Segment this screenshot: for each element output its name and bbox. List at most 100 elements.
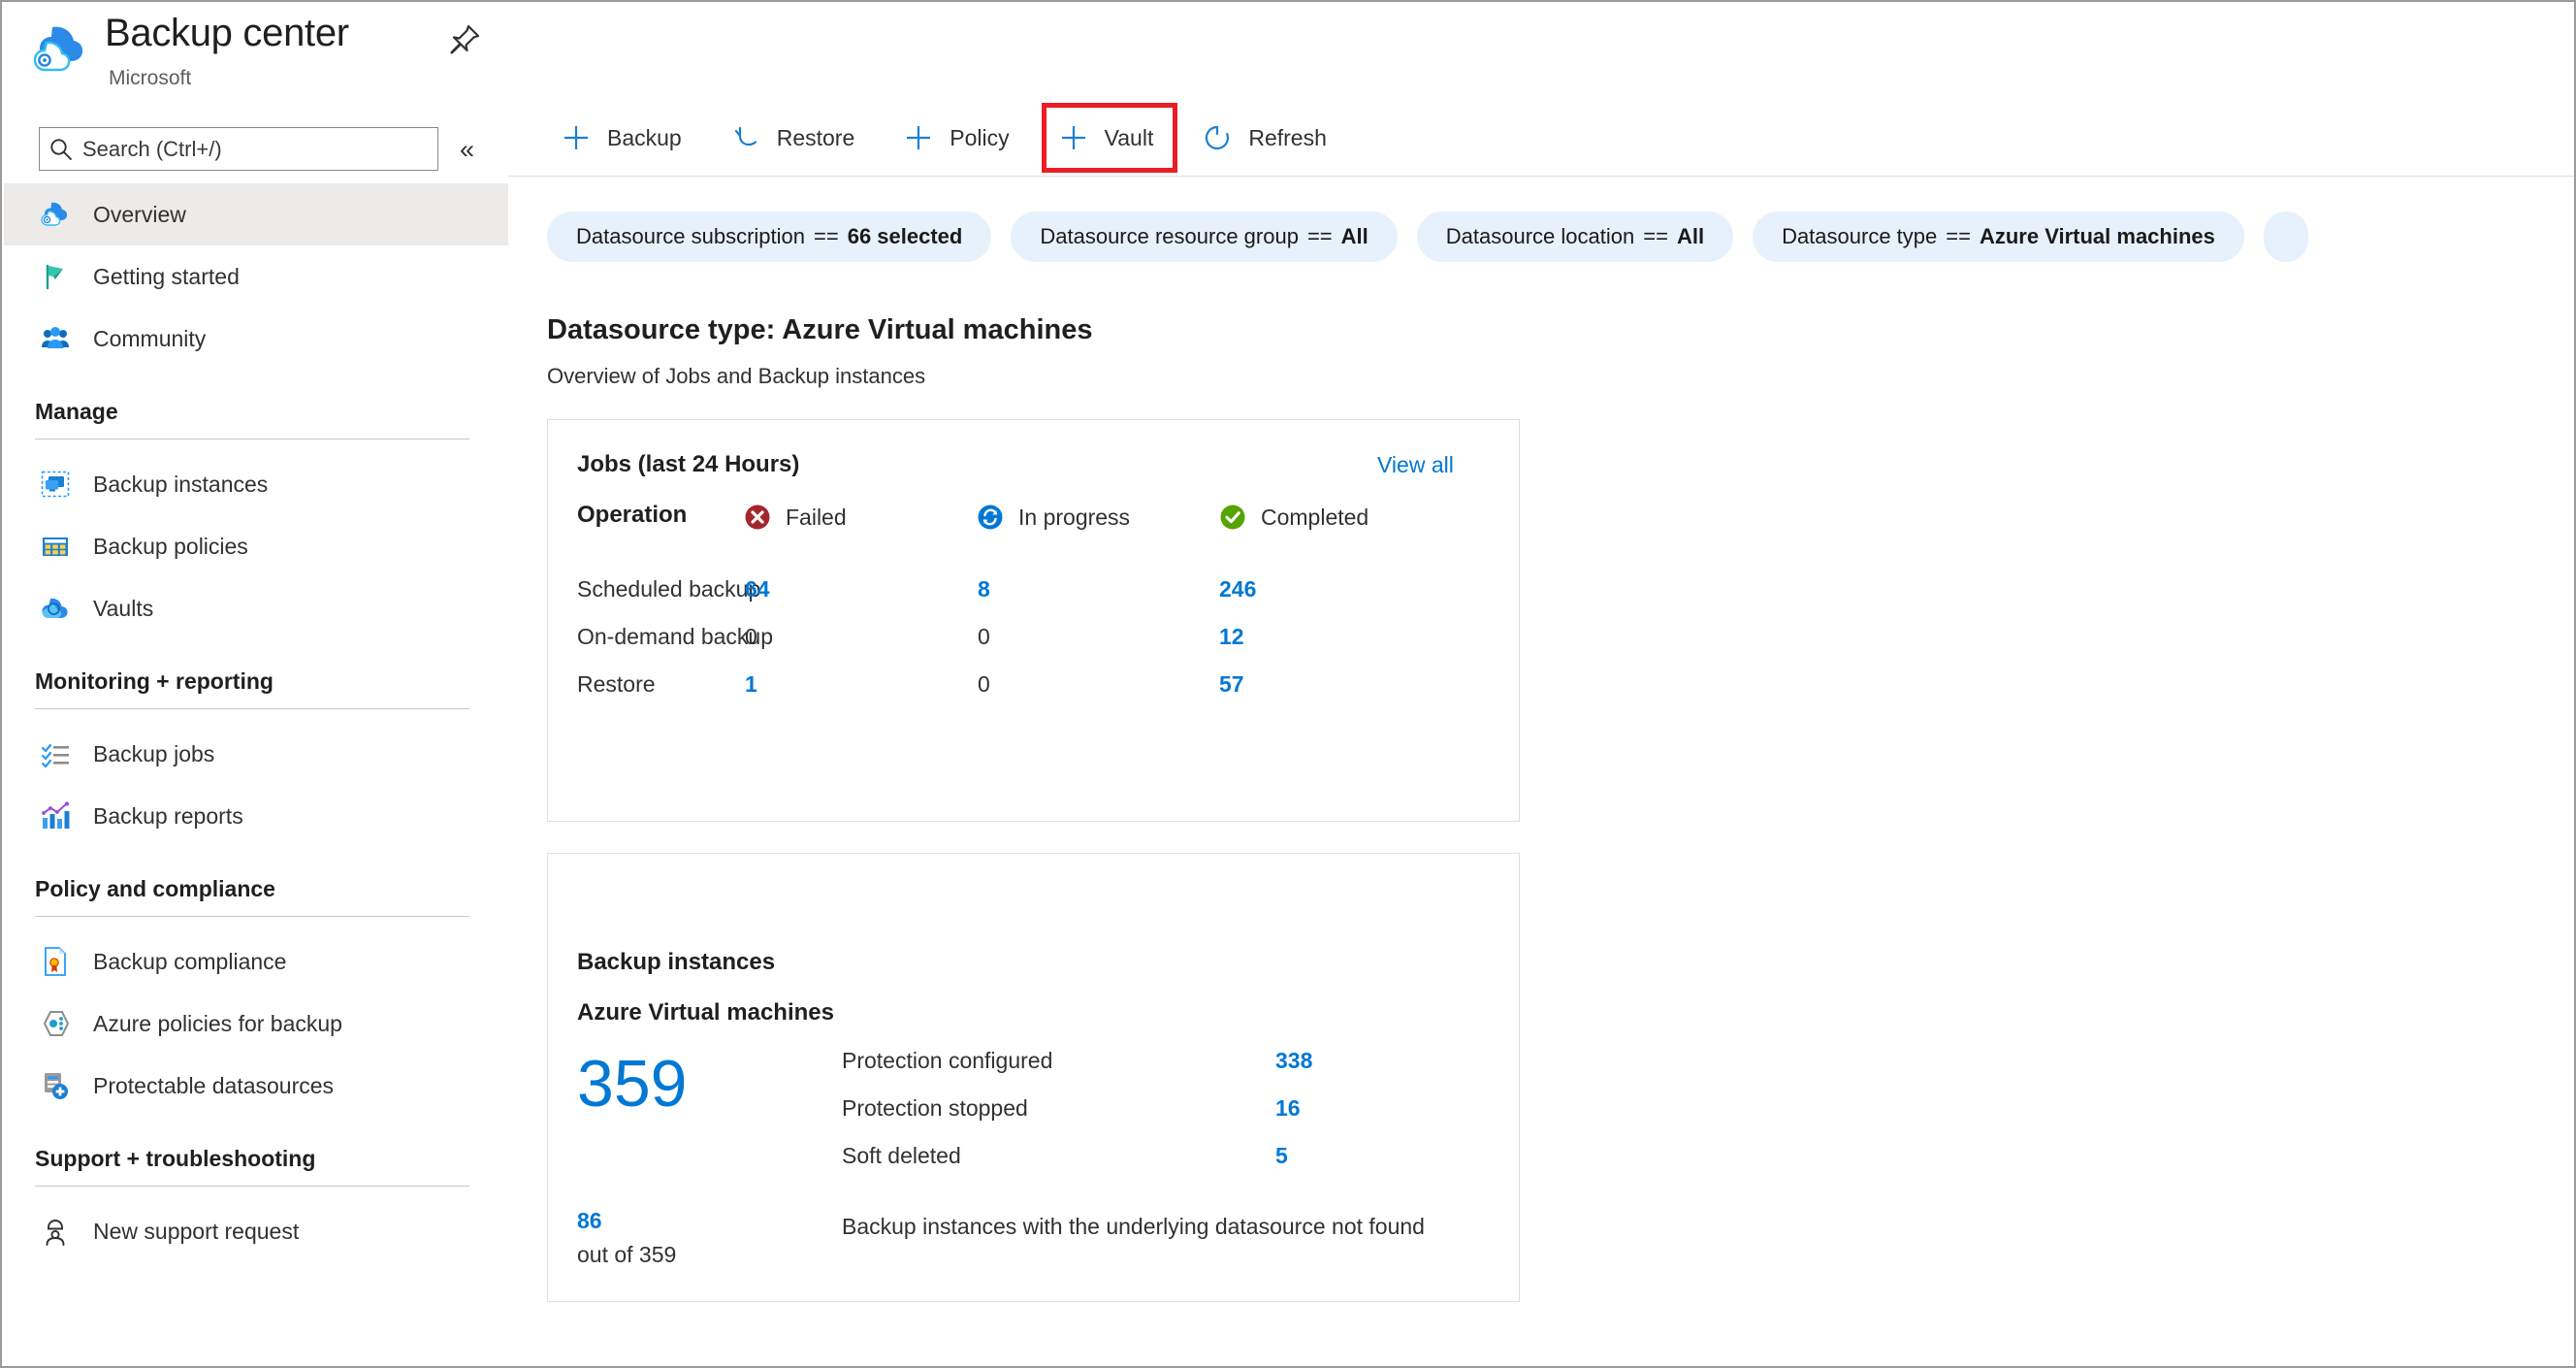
plus-icon xyxy=(1054,118,1093,157)
filter-chip-bar: Datasource subscription == 66 selected D… xyxy=(508,210,2574,264)
filter-chip-datasource-subscription[interactable]: Datasource subscription == 66 selected xyxy=(547,212,992,262)
filter-chip-datasource-type[interactable]: Datasource type == Azure Virtual machine… xyxy=(1753,212,2244,262)
chevron-double-left-icon[interactable]: « xyxy=(460,134,474,165)
filter-chip-datasource-resource-group[interactable]: Datasource resource group == All xyxy=(1011,212,1398,262)
jobs-row-completed-value[interactable]: 57 xyxy=(1219,671,1244,698)
sidebar-group-manage: Manage xyxy=(4,399,508,440)
jobs-table-header: Operation Failed In progress Completed xyxy=(548,502,1521,548)
backup-center-cloud-icon xyxy=(39,198,72,231)
sidebar-item-backup-compliance[interactable]: Backup compliance xyxy=(4,930,508,993)
jobs-column-operation: Operation xyxy=(577,502,688,528)
filter-chip-field: Datasource location xyxy=(1445,224,1635,248)
list-item: Protection configured 338 xyxy=(548,1048,1521,1095)
table-row: Restore 1 0 57 xyxy=(548,671,1521,718)
filter-chip-datasource-location[interactable]: Datasource location == All xyxy=(1416,212,1734,262)
in-progress-sync-icon xyxy=(975,502,1006,533)
sidebar-item-label: Overview xyxy=(93,201,186,227)
command-toolbar: Backup Restore Policy Vault Refresh xyxy=(508,101,2574,175)
sidebar-item-label: Protectable datasources xyxy=(93,1072,335,1098)
sidebar-group-policy-compliance: Policy and compliance xyxy=(4,876,508,917)
brand-subtitle: Microsoft xyxy=(109,67,192,89)
instances-breakdown-list: Protection configured 338 Protection sto… xyxy=(548,1048,1521,1190)
policy-button-label: Policy xyxy=(950,124,1010,150)
datasource-not-found-outof: out of 359 xyxy=(577,1242,677,1267)
sidebar-group-title: Manage xyxy=(35,399,118,424)
left-navigation-sidebar: Backup center Microsoft ⋯ « xyxy=(4,4,540,1366)
refresh-button-label: Refresh xyxy=(1248,124,1327,150)
sidebar-group-monitoring: Monitoring + reporting xyxy=(4,668,508,709)
pin-icon[interactable] xyxy=(442,19,485,62)
jobs-row-in-progress-value[interactable]: 8 xyxy=(978,576,990,603)
vault-cloud-icon xyxy=(39,592,72,625)
policy-grid-icon xyxy=(39,530,72,563)
sidebar-item-backup-instances[interactable]: Backup instances xyxy=(4,453,508,515)
sidebar-item-protectable-datasources[interactable]: Protectable datasources xyxy=(4,1055,508,1117)
sidebar-item-label: Getting started xyxy=(93,263,240,289)
jobs-row-operation: Scheduled backup xyxy=(577,576,761,602)
policy-button[interactable]: Policy xyxy=(891,108,1028,168)
sidebar-item-getting-started[interactable]: Getting started xyxy=(4,245,508,308)
sidebar-item-label: Backup instances xyxy=(93,471,269,497)
jobs-card-title: Jobs (last 24 Hours) xyxy=(577,451,800,477)
jobs-view-all-link[interactable]: View all xyxy=(1377,452,1454,478)
jobs-row-completed-value[interactable]: 246 xyxy=(1219,576,1256,603)
refresh-button[interactable]: Refresh xyxy=(1190,108,1346,168)
instances-breakdown-value[interactable]: 5 xyxy=(1275,1143,1288,1169)
completed-check-icon xyxy=(1217,502,1248,533)
sidebar-item-backup-policies[interactable]: Backup policies xyxy=(4,515,508,577)
filter-chip-field: Datasource subscription xyxy=(576,224,806,248)
instances-card-subtitle: Azure Virtual machines xyxy=(577,999,834,1026)
sidebar-item-label: New support request xyxy=(93,1218,300,1244)
filter-chip-overflow[interactable] xyxy=(2263,212,2308,262)
filter-chip-operator: == xyxy=(1946,224,1971,248)
main-content-area: Backup Restore Policy Vault Refresh Data… xyxy=(508,4,2574,1366)
sidebar-item-vaults[interactable]: Vaults xyxy=(4,577,508,639)
jobs-row-operation: On-demand backup xyxy=(577,624,774,649)
list-item: Soft deleted 5 xyxy=(548,1143,1521,1190)
backup-center-logo-icon xyxy=(31,19,91,80)
jobs-column-completed: Completed xyxy=(1217,502,1368,533)
instances-breakdown-label: Soft deleted xyxy=(842,1143,961,1168)
backup-button[interactable]: Backup xyxy=(549,108,701,168)
datasource-not-found-count[interactable]: 86 xyxy=(577,1208,602,1234)
search-input[interactable] xyxy=(82,129,412,169)
instances-breakdown-value[interactable]: 338 xyxy=(1275,1048,1312,1074)
backup-instance-icon xyxy=(39,468,72,501)
sidebar-item-backup-reports[interactable]: Backup reports xyxy=(4,785,508,847)
jobs-card: Jobs (last 24 Hours) View all Operation … xyxy=(547,419,1520,822)
content-heading: Datasource type: Azure Virtual machines xyxy=(547,314,1093,345)
filter-chip-field: Datasource type xyxy=(1782,224,1938,248)
sidebar-item-azure-policies-for-backup[interactable]: Azure policies for backup xyxy=(4,993,508,1055)
filter-chip-value: Azure Virtual machines xyxy=(1979,224,2215,248)
refresh-icon xyxy=(1198,118,1237,157)
sidebar-item-community[interactable]: Community xyxy=(4,308,508,370)
filter-chip-value: 66 selected xyxy=(847,224,963,248)
azure-policy-hexagon-icon xyxy=(39,1007,72,1040)
filter-chip-field: Datasource resource group xyxy=(1040,224,1299,248)
jobs-column-in-progress-label: In progress xyxy=(1018,504,1131,530)
vault-button[interactable]: Vault xyxy=(1041,103,1178,173)
jobs-row-in-progress-value: 0 xyxy=(978,624,990,649)
jobs-column-failed-label: Failed xyxy=(786,504,847,530)
instances-breakdown-value[interactable]: 16 xyxy=(1275,1095,1301,1122)
jobs-row-operation: Restore xyxy=(577,671,656,697)
sidebar-item-label: Backup compliance xyxy=(93,948,287,974)
filter-chip-value: All xyxy=(1340,224,1368,248)
jobs-row-failed-value[interactable]: 1 xyxy=(745,671,757,698)
sidebar-group-support: Support + troubleshooting xyxy=(4,1146,508,1187)
content-subheading: Overview of Jobs and Backup instances xyxy=(547,364,926,388)
sidebar-item-label: Azure policies for backup xyxy=(93,1010,342,1036)
page-title: Backup center xyxy=(105,12,349,54)
sidebar-item-overview[interactable]: Overview xyxy=(4,183,508,245)
support-person-icon xyxy=(39,1215,72,1248)
sidebar-item-backup-jobs[interactable]: Backup jobs xyxy=(4,723,508,785)
toolbar-divider xyxy=(508,176,2574,177)
search-box[interactable] xyxy=(39,127,438,171)
restore-button[interactable]: Restore xyxy=(719,108,875,168)
sidebar-item-new-support-request[interactable]: New support request xyxy=(4,1200,508,1262)
bar-chart-icon xyxy=(39,799,72,832)
plus-icon xyxy=(899,118,938,157)
jobs-row-failed-value[interactable]: 64 xyxy=(745,576,770,603)
filter-chip-value: All xyxy=(1676,224,1705,248)
jobs-row-completed-value[interactable]: 12 xyxy=(1219,624,1244,650)
